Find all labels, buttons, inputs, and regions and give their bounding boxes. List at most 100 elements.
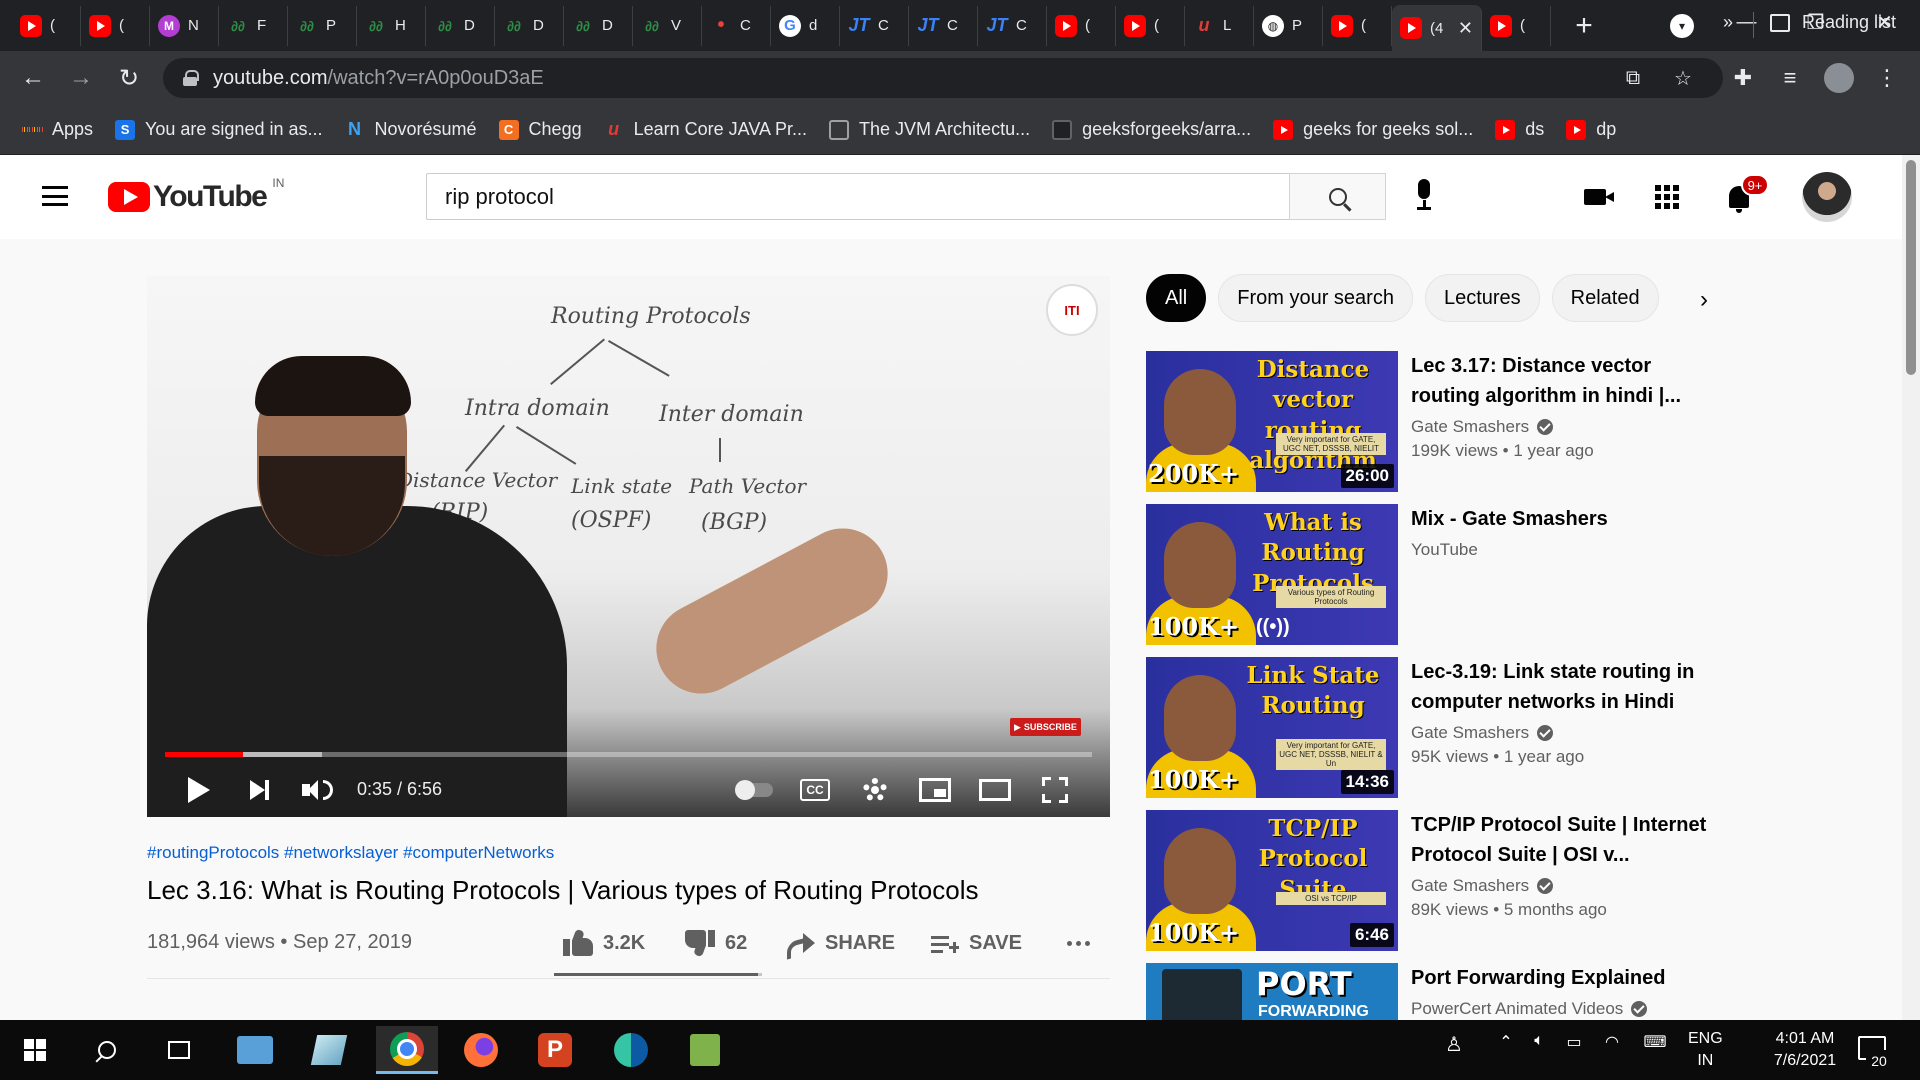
- video-player[interactable]: Routing Protocols Intra domain Inter dom…: [147, 276, 1110, 817]
- mute-button[interactable]: [295, 768, 339, 812]
- filter-chip[interactable]: Related: [1551, 274, 1659, 322]
- filter-chip[interactable]: All: [1146, 274, 1207, 322]
- related-title[interactable]: Lec-3.19: Link state routing in computer…: [1411, 657, 1716, 717]
- clock[interactable]: 4:01 AM 7/6/2021: [1750, 1028, 1860, 1072]
- next-button[interactable]: [237, 768, 281, 812]
- close-tab-icon[interactable]: ✕: [1458, 18, 1473, 39]
- bookmark-item[interactable]: geeksforgeeks/arra...: [1052, 119, 1251, 140]
- youtube-logo[interactable]: YouTube IN: [108, 176, 284, 214]
- battery-icon[interactable]: ▭: [1560, 1032, 1588, 1052]
- related-channel[interactable]: Gate Smashers: [1411, 723, 1716, 743]
- share-button[interactable]: SHARE: [787, 925, 895, 961]
- profile-avatar[interactable]: [1824, 63, 1854, 93]
- chrome-menu-icon[interactable]: ⋮: [1872, 63, 1902, 93]
- more-actions-icon[interactable]: [1067, 941, 1090, 946]
- volume-tray-icon[interactable]: 🔈︎: [1528, 1032, 1550, 1050]
- related-video[interactable]: TCP/IP Protocol Suite OSI vs TCP/IP 100K+ 6…: [1146, 810, 1726, 963]
- related-title[interactable]: Port Forwarding Explained: [1411, 963, 1716, 993]
- taskbar-app-edge[interactable]: [604, 1026, 658, 1074]
- start-button[interactable]: [8, 1026, 62, 1074]
- open-in-app-icon[interactable]: ⧉: [1621, 66, 1645, 90]
- related-thumbnail[interactable]: Distance vector routing algorithm Very im…: [1146, 351, 1398, 492]
- filter-chip[interactable]: From your search: [1218, 274, 1413, 322]
- chips-next-icon[interactable]: ›: [1700, 286, 1708, 314]
- tab[interactable]: ∂∂ H: [357, 5, 426, 46]
- tab-active[interactable]: (4 ✕: [1392, 5, 1482, 51]
- progress-bar[interactable]: [165, 752, 1092, 757]
- guide-menu-icon[interactable]: [42, 186, 68, 206]
- tab[interactable]: ∂∂ V: [633, 5, 702, 46]
- tab[interactable]: ◍ P: [1254, 5, 1323, 46]
- tab[interactable]: (: [1116, 5, 1185, 46]
- create-video-icon[interactable]: [1580, 183, 1614, 211]
- related-channel[interactable]: Gate Smashers: [1411, 876, 1716, 896]
- keyboard-icon[interactable]: ⌨︎: [1638, 1032, 1672, 1052]
- like-button[interactable]: 3.2K: [563, 925, 645, 961]
- tab[interactable]: JT C: [909, 5, 978, 46]
- related-channel[interactable]: Gate Smashers: [1411, 417, 1716, 437]
- tab[interactable]: JT C: [978, 5, 1047, 46]
- tab[interactable]: (: [1047, 5, 1116, 46]
- people-icon[interactable]: ♙: [1442, 1032, 1466, 1057]
- tab[interactable]: Gd: [771, 5, 840, 46]
- input-language[interactable]: ENG IN: [1688, 1028, 1723, 1072]
- new-tab-button[interactable]: +: [1564, 6, 1604, 46]
- miniplayer-button[interactable]: [913, 768, 957, 812]
- tab[interactable]: ∂∂ D: [495, 5, 564, 46]
- taskbar-app-firefox[interactable]: [454, 1026, 508, 1074]
- tab[interactable]: JT C: [840, 5, 909, 46]
- bookmark-item[interactable]: u Learn Core JAVA Pr...: [604, 119, 807, 140]
- related-thumbnail[interactable]: TCP/IP Protocol Suite OSI vs TCP/IP 100K+ 6…: [1146, 810, 1398, 951]
- related-video[interactable]: Distance vector routing algorithm Very im…: [1146, 351, 1726, 504]
- tab[interactable]: (: [12, 5, 81, 46]
- bookmark-item[interactable]: dp: [1566, 119, 1616, 140]
- bookmark-item[interactable]: The JVM Architectu...: [829, 119, 1030, 140]
- account-avatar[interactable]: [1802, 172, 1852, 222]
- reload-icon[interactable]: ↻: [112, 61, 146, 95]
- tab[interactable]: ∂∂ D: [426, 5, 495, 46]
- bookmarks-overflow-button[interactable]: »: [1723, 12, 1733, 33]
- reading-list-button[interactable]: Reading list: [1770, 12, 1896, 33]
- related-thumbnail[interactable]: What is Routing Protocols Various types o…: [1146, 504, 1398, 645]
- taskbar-app-explorer[interactable]: [228, 1026, 282, 1074]
- search-input[interactable]: rip protocol: [426, 173, 1290, 220]
- related-video[interactable]: Link State Routing Very important for GAT…: [1146, 657, 1726, 810]
- task-view-button[interactable]: [152, 1026, 206, 1074]
- subtitles-button[interactable]: CC: [793, 768, 837, 812]
- back-icon[interactable]: ←: [16, 61, 50, 95]
- taskbar-app-postman[interactable]: P: [528, 1026, 582, 1074]
- voice-search-icon[interactable]: [1412, 179, 1436, 213]
- related-title[interactable]: Lec 3.17: Distance vector routing algori…: [1411, 351, 1716, 411]
- dislike-button[interactable]: 62: [685, 925, 747, 961]
- media-control-icon[interactable]: ≡: [1775, 63, 1805, 93]
- play-button[interactable]: [177, 768, 221, 812]
- hashtags-link[interactable]: #routingProtocols #networkslayer #comput…: [147, 843, 1110, 863]
- channel-watermark-icon[interactable]: ITI: [1046, 284, 1098, 336]
- related-channel[interactable]: PowerCert Animated Videos: [1411, 999, 1716, 1019]
- tab[interactable]: (: [1323, 5, 1392, 46]
- tab[interactable]: (: [81, 5, 150, 46]
- tab-search-icon[interactable]: ▾: [1670, 14, 1694, 38]
- scrollbar-thumb[interactable]: [1906, 160, 1916, 375]
- autoplay-toggle[interactable]: [733, 768, 777, 812]
- extensions-icon[interactable]: ✚: [1728, 63, 1758, 93]
- bookmark-item[interactable]: geeks for geeks sol...: [1273, 119, 1473, 140]
- tab[interactable]: • C: [702, 5, 771, 46]
- bookmark-item[interactable]: N Novorésumé: [345, 119, 477, 140]
- save-button[interactable]: SAVE: [931, 925, 1022, 961]
- filter-chip[interactable]: Lectures: [1424, 274, 1540, 322]
- bookmark-item[interactable]: C Chegg: [498, 119, 582, 140]
- tab[interactable]: ∂∂ P: [288, 5, 357, 46]
- related-title[interactable]: Mix - Gate Smashers: [1411, 504, 1716, 534]
- related-thumbnail[interactable]: Link State Routing Very important for GAT…: [1146, 657, 1398, 798]
- theater-mode-button[interactable]: [973, 768, 1017, 812]
- search-button[interactable]: [1289, 173, 1386, 220]
- tab[interactable]: ∂∂ D: [564, 5, 633, 46]
- taskbar-app-chrome[interactable]: [376, 1026, 438, 1074]
- page-scrollbar[interactable]: [1902, 155, 1920, 1020]
- bookmark-item[interactable]: S You are signed in as...: [115, 119, 323, 140]
- settings-button[interactable]: [853, 768, 897, 812]
- tab[interactable]: MN: [150, 5, 219, 46]
- related-channel[interactable]: YouTube: [1411, 540, 1716, 560]
- fullscreen-button[interactable]: [1033, 768, 1077, 812]
